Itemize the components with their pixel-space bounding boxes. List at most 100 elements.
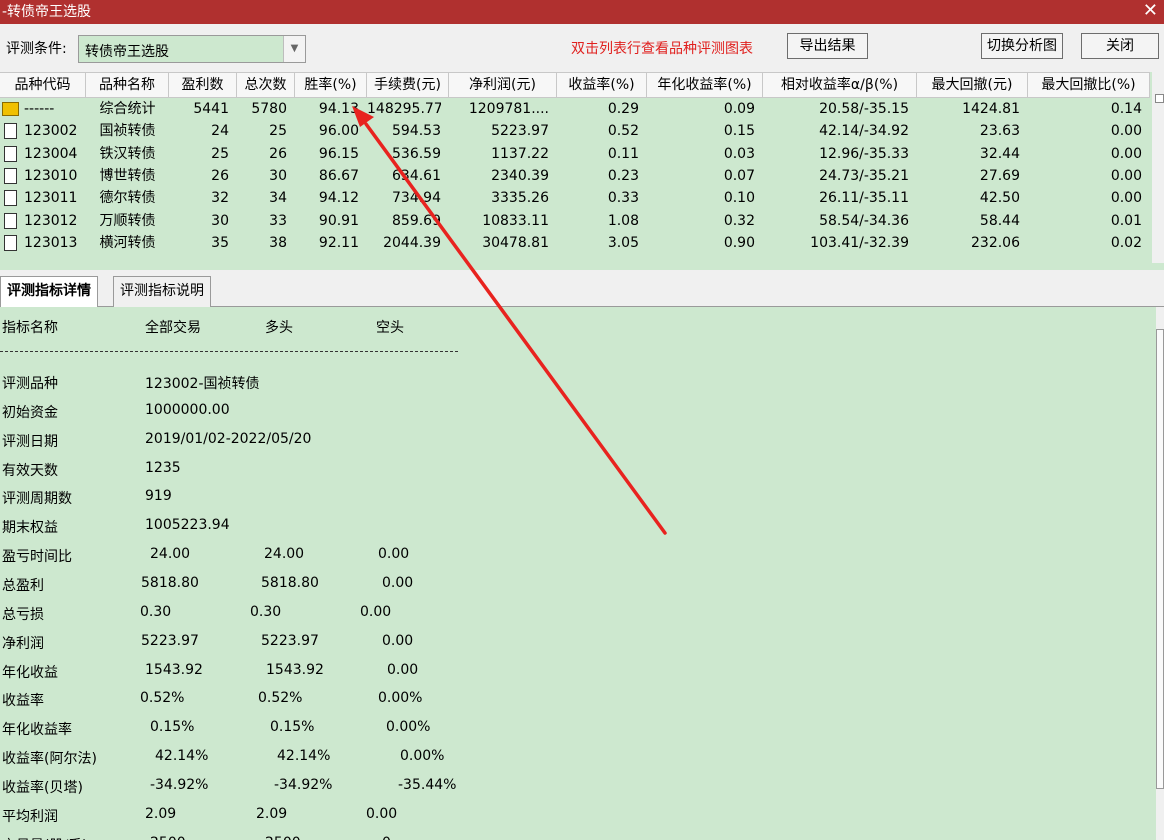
cell-name: 综合统计 [99, 101, 156, 117]
metric-long-value: 24.00 [264, 546, 305, 563]
cell-annual: 0.32 [723, 212, 755, 229]
cell-code: 123013 [24, 234, 78, 251]
metric-all-value: -34.92% [150, 776, 209, 793]
cell-maxdd: 23.63 [979, 123, 1020, 140]
cell-maxddr: 0.00 [1110, 123, 1142, 140]
document-icon [4, 212, 17, 229]
table-row[interactable]: ------ 综合统计 5441 5780 94.13 148295.77 1209781.… [0, 98, 1150, 120]
column-header[interactable]: 品种名称 [86, 73, 169, 97]
document-icon [4, 234, 17, 251]
cell-code: 123010 [24, 167, 78, 184]
metric-long-value: 5818.80 [261, 574, 319, 591]
cell-total: 5780 [251, 101, 287, 117]
column-header[interactable]: 年化收益率(%) [647, 73, 763, 97]
scrollbar-corner [1155, 94, 1164, 103]
metric-label: 年化收益率 [2, 722, 72, 739]
cell-maxddr: 0.00 [1110, 167, 1142, 184]
detail-label: 评测日期 [2, 433, 58, 450]
cell-alpha: 12.96/-35.33 [819, 145, 909, 162]
cell-wins: 26 [211, 167, 229, 184]
close-button[interactable]: 关闭 [1081, 33, 1159, 59]
metric-all-value: 2500 [150, 835, 186, 840]
tab-explain[interactable]: 评测指标说明 [113, 276, 211, 307]
cell-total: 30 [269, 167, 287, 184]
cell-maxdd: 42.50 [979, 190, 1020, 207]
metric-label: 平均利润 [2, 808, 58, 825]
column-header[interactable]: 最大回撤比(%) [1028, 73, 1150, 97]
cell-code: 123011 [24, 190, 78, 207]
cell-total: 34 [269, 190, 287, 207]
column-header[interactable]: 品种代码 [0, 73, 86, 97]
condition-select[interactable]: 转债帝王选股 ▼ [78, 35, 306, 63]
metric-short-value: 0.00 [382, 574, 414, 591]
metric-label: 交易量(股/手) [2, 835, 88, 840]
tab-details[interactable]: 评测指标详情 [0, 276, 98, 308]
table-row[interactable]: 123013 横河转债 35 38 92.11 2044.39 30478.81 3.05 0.… [0, 232, 1150, 254]
cell-alpha: 42.14/-34.92 [819, 123, 909, 140]
column-header[interactable]: 胜率(%) [295, 73, 367, 97]
metric-all-value: 0.30 [140, 603, 172, 620]
dashed-divider [0, 351, 458, 352]
column-header[interactable]: 最大回撤(元) [917, 73, 1028, 97]
detail-scrollbar[interactable] [1156, 307, 1164, 840]
table-row[interactable]: 123002 国祯转债 24 25 96.00 594.53 5223.97 0.52 0.15… [0, 120, 1150, 142]
cell-annual: 0.90 [723, 234, 755, 251]
metric-label: 收益率 [2, 693, 44, 710]
cell-annual: 0.09 [723, 101, 755, 117]
table-row[interactable]: 123004 铁汉转债 25 26 96.15 536.59 1137.22 0.11 0.03… [0, 143, 1150, 165]
metric-short-value: 0 [382, 835, 391, 840]
document-icon [4, 167, 17, 184]
cell-alpha: 20.58/-35.15 [819, 101, 909, 117]
column-header[interactable]: 盈利数 [169, 73, 237, 97]
table-row[interactable]: 123011 德尔转债 32 34 94.12 734.94 3335.26 0.33 0.10… [0, 187, 1150, 209]
window-title: -转债帝王选股 [2, 4, 92, 20]
column-header[interactable]: 手续费(元) [367, 73, 449, 97]
column-header[interactable]: 相对收益率α/β(%) [763, 73, 917, 97]
table-row[interactable]: 123010 博世转债 26 30 86.67 634.61 2340.39 0.23 0.07… [0, 165, 1150, 187]
column-header[interactable]: 总次数 [237, 73, 295, 97]
metric-all-value: 0.15% [150, 719, 195, 736]
cell-code: 123004 [24, 145, 78, 162]
metric-all-value: 5223.97 [141, 632, 199, 649]
metric-label: 年化收益 [2, 664, 58, 681]
metric-short-value: 0.00% [400, 748, 445, 765]
column-header[interactable]: 收益率(%) [557, 73, 647, 97]
metric-label: 总盈利 [2, 577, 44, 594]
cell-fee: 634.61 [392, 167, 441, 184]
export-button[interactable]: 导出结果 [787, 33, 868, 59]
switch-chart-button[interactable]: 切换分析图 [981, 33, 1063, 59]
detail-label: 初始资金 [2, 404, 58, 421]
chevron-down-icon[interactable]: ▼ [283, 36, 305, 62]
window-close-icon[interactable]: ✕ [1143, 0, 1158, 22]
column-header[interactable]: 净利润(元) [449, 73, 557, 97]
metric-all-value: 0.52% [140, 690, 185, 707]
cell-name: 铁汉转债 [99, 145, 156, 162]
detail-value: 2019/01/02-2022/05/20 [145, 430, 312, 447]
cell-maxddr: 0.00 [1110, 190, 1142, 207]
cell-wins: 24 [211, 123, 229, 140]
metric-short-value: 0.00 [387, 661, 419, 678]
cell-profit: 1209781.... [468, 101, 549, 117]
detail-column-header: 指标名称 [2, 320, 58, 336]
cell-wins: 35 [211, 234, 229, 251]
cell-fee: 148295.77 [367, 101, 441, 117]
cell-name: 德尔转债 [99, 190, 156, 207]
condition-label: 评测条件: [6, 41, 67, 57]
cell-winrate: 96.15 [318, 145, 359, 162]
cell-winrate: 94.12 [318, 190, 359, 207]
cell-profit: 2340.39 [491, 167, 549, 184]
cell-ret: 3.05 [607, 234, 639, 251]
detail-value: 1235 [145, 459, 181, 476]
detail-label: 评测周期数 [2, 491, 72, 508]
cell-profit: 30478.81 [482, 234, 549, 251]
detail-column-header: 空头 [376, 320, 404, 336]
table-scrollbar[interactable] [1152, 72, 1164, 263]
cell-alpha: 58.54/-34.36 [819, 212, 909, 229]
table-row[interactable]: 123012 万顺转债 30 33 90.91 859.69 10833.11 1.08 0.3… [0, 210, 1150, 232]
scrollbar-thumb[interactable] [1156, 329, 1164, 789]
cell-profit: 5223.97 [491, 123, 549, 140]
results-table: ------ 综合统计 5441 5780 94.13 148295.77 1209781.… [0, 98, 1150, 263]
metric-all-value: 5818.80 [141, 574, 199, 591]
metric-short-value: 0.00 [360, 603, 392, 620]
cell-profit: 3335.26 [491, 190, 549, 207]
